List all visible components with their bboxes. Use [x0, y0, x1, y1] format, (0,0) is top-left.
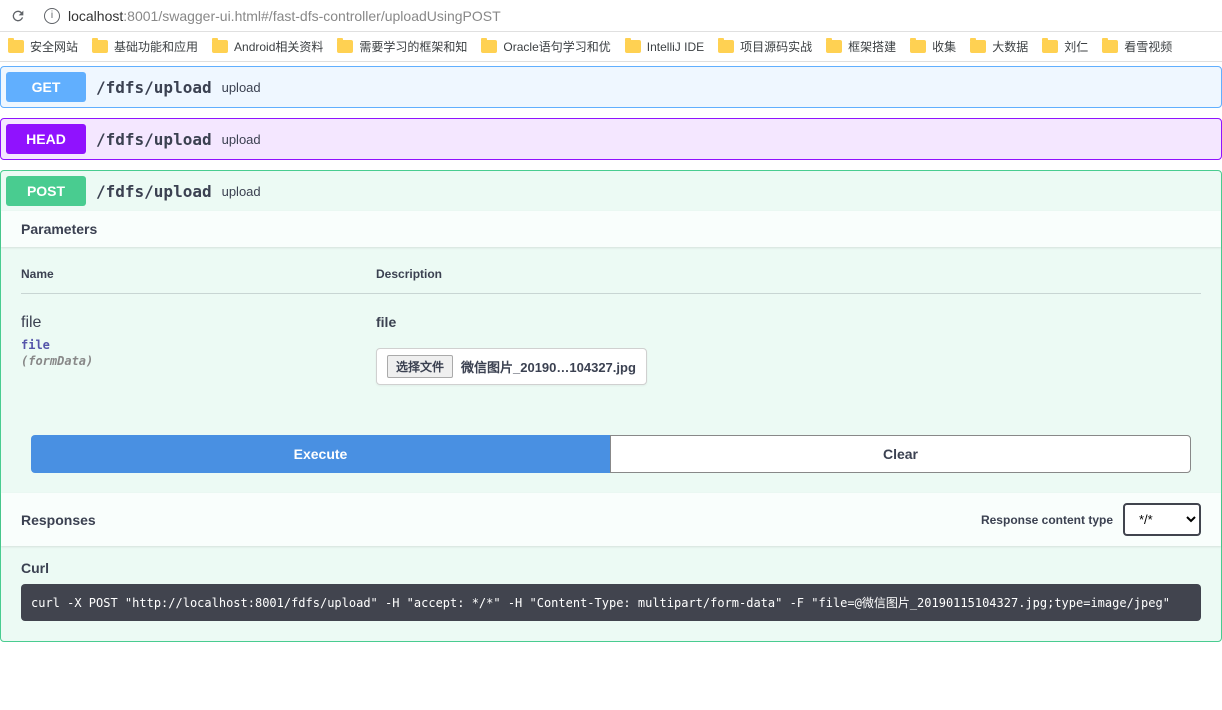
op-path: /fdfs/upload [86, 130, 222, 149]
choose-file-button[interactable]: 选择文件 [387, 355, 453, 378]
bookmark-item[interactable]: 刘仁 [1042, 38, 1088, 55]
folder-icon [8, 40, 24, 53]
file-input[interactable]: 选择文件 微信图片_20190…104327.jpg [376, 348, 647, 385]
parameters-table: Name Description file file (formData) fi… [1, 247, 1221, 415]
folder-icon [212, 40, 228, 53]
col-name: Name [21, 267, 376, 281]
bookmark-item[interactable]: 项目源码实战 [718, 38, 812, 55]
folder-icon [826, 40, 842, 53]
col-description: Description [376, 267, 1201, 281]
opblock-post: POST /fdfs/upload upload Parameters Name… [0, 170, 1222, 642]
curl-section: Curl curl -X POST "http://localhost:8001… [1, 546, 1221, 641]
bookmark-item[interactable]: 基础功能和应用 [92, 38, 198, 55]
method-badge-post: POST [6, 176, 86, 206]
folder-icon [1042, 40, 1058, 53]
responses-header: Responses Response content type */* [1, 493, 1221, 546]
reload-icon[interactable] [8, 6, 28, 26]
bookmark-item[interactable]: Oracle语句学习和优 [481, 38, 610, 55]
folder-icon [718, 40, 734, 53]
param-type: file [21, 338, 376, 352]
op-desc: upload [222, 184, 261, 199]
parameter-row: file file (formData) file 选择文件 微信图片_2019… [21, 294, 1201, 395]
curl-label: Curl [21, 560, 1201, 576]
responses-heading: Responses [21, 512, 96, 528]
bookmark-item[interactable]: 大数据 [970, 38, 1028, 55]
folder-icon [970, 40, 986, 53]
url-path: /swagger-ui.html#/fast-dfs-controller/up… [158, 8, 500, 24]
execute-button[interactable]: Execute [31, 435, 610, 473]
bookmark-item[interactable]: Android相关资料 [212, 38, 323, 55]
opblock-head: HEAD /fdfs/upload upload [0, 118, 1222, 160]
param-desc-text: file [376, 314, 1201, 330]
param-meta: file file (formData) [21, 314, 376, 385]
op-path: /fdfs/upload [86, 78, 222, 97]
param-in: (formData) [21, 354, 376, 368]
info-icon: i [44, 8, 60, 24]
url-bar[interactable]: i localhost:8001/swagger-ui.html#/fast-d… [36, 8, 1214, 24]
chosen-file-name: 微信图片_20190…104327.jpg [461, 357, 636, 376]
parameters-table-head: Name Description [21, 267, 1201, 294]
method-badge-get: GET [6, 72, 86, 102]
browser-toolbar: i localhost:8001/swagger-ui.html#/fast-d… [0, 0, 1222, 32]
op-desc: upload [222, 80, 261, 95]
content-type-label: Response content type [981, 513, 1113, 527]
op-path: /fdfs/upload [86, 182, 222, 201]
parameters-heading: Parameters [21, 221, 97, 237]
op-desc: upload [222, 132, 261, 147]
url-port: :8001 [123, 8, 158, 24]
folder-icon [625, 40, 641, 53]
folder-icon [92, 40, 108, 53]
bookmark-item[interactable]: 安全网站 [8, 38, 78, 55]
bookmark-item[interactable]: IntelliJ IDE [625, 40, 704, 54]
opblock-body: Parameters Name Description file file (f… [1, 211, 1221, 641]
clear-button[interactable]: Clear [610, 435, 1191, 473]
url-host: localhost [68, 8, 123, 24]
opblock-get: GET /fdfs/upload upload [0, 66, 1222, 108]
opblock-summary-head[interactable]: HEAD /fdfs/upload upload [1, 119, 1221, 159]
bookmarks-bar: 安全网站 基础功能和应用 Android相关资料 需要学习的框架和知 Oracl… [0, 32, 1222, 62]
curl-command: curl -X POST "http://localhost:8001/fdfs… [21, 584, 1201, 621]
bookmark-item[interactable]: 收集 [910, 38, 956, 55]
folder-icon [481, 40, 497, 53]
method-badge-head: HEAD [6, 124, 86, 154]
parameters-header: Parameters [1, 211, 1221, 247]
opblock-summary-post[interactable]: POST /fdfs/upload upload [1, 171, 1221, 211]
execute-row: Execute Clear [1, 415, 1221, 493]
bookmark-item[interactable]: 框架搭建 [826, 38, 896, 55]
param-name: file [21, 314, 376, 332]
opblock-summary-get[interactable]: GET /fdfs/upload upload [1, 67, 1221, 107]
folder-icon [910, 40, 926, 53]
folder-icon [337, 40, 353, 53]
content-type-select[interactable]: */* [1123, 503, 1201, 536]
swagger-ui: GET /fdfs/upload upload HEAD /fdfs/uploa… [0, 66, 1222, 642]
folder-icon [1102, 40, 1118, 53]
bookmark-item[interactable]: 看雪视频 [1102, 38, 1172, 55]
content-type-wrap: Response content type */* [981, 503, 1201, 536]
bookmark-item[interactable]: 需要学习的框架和知 [337, 38, 467, 55]
param-value: file 选择文件 微信图片_20190…104327.jpg [376, 314, 1201, 385]
